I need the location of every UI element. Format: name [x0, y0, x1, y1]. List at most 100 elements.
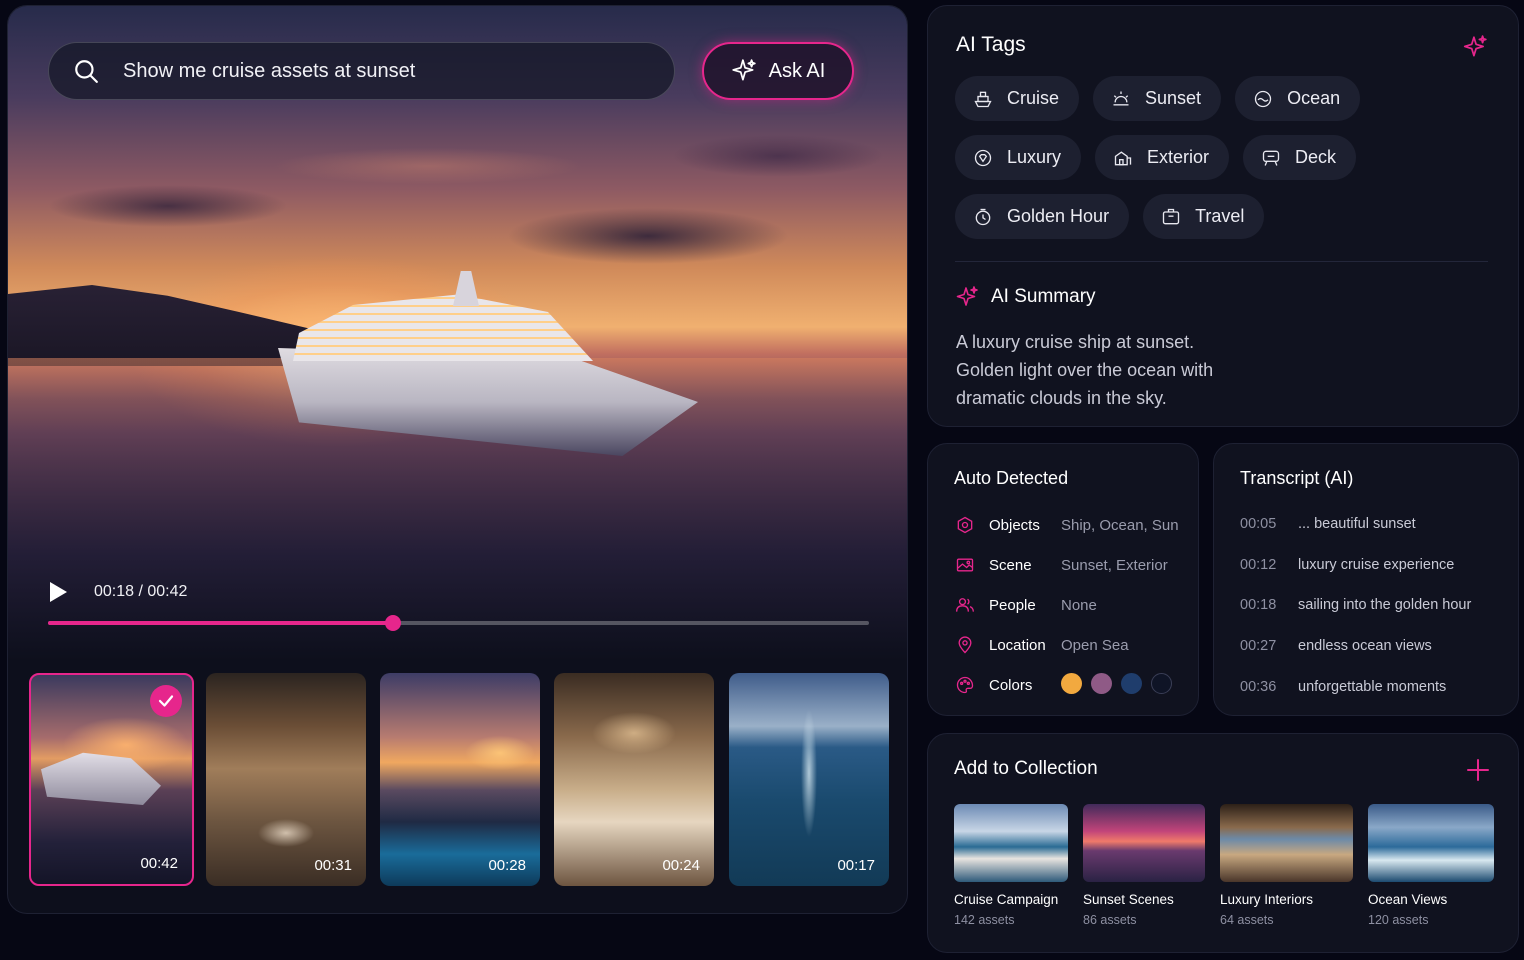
- ai-tags-title: AI Tags: [956, 33, 1026, 56]
- divider: [955, 261, 1488, 262]
- thumbnail-wake[interactable]: 00:17: [729, 673, 889, 886]
- thumbnail-cabin[interactable]: 00:24: [554, 673, 714, 886]
- color-swatch[interactable]: [1061, 673, 1082, 694]
- ai-summary-text: A luxury cruise ship at sunset. Golden l…: [956, 328, 1286, 412]
- tag-label: Deck: [1295, 147, 1337, 167]
- detected-label: Colors: [989, 676, 1033, 694]
- deck-chair-icon: [1262, 150, 1280, 166]
- detected-value: None: [1061, 596, 1097, 614]
- ai-tags-panel: AI Tags Cruise Sunset Ocean Luxury Exter…: [927, 5, 1519, 427]
- collection-title: Add to Collection: [954, 758, 1098, 779]
- tag-luxury[interactable]: Luxury: [955, 135, 1082, 180]
- collection-count: 120 assets: [1368, 913, 1429, 927]
- tag-label: Golden Hour: [1007, 206, 1110, 226]
- transcript-timestamp: 00:05: [1240, 516, 1277, 532]
- transcript-text: sailing into the golden hour: [1298, 597, 1472, 613]
- transcript-text: unforgettable moments: [1298, 679, 1447, 695]
- summary-line: A luxury cruise ship at sunset.: [956, 332, 1195, 352]
- collection-thumbnail: [954, 804, 1068, 882]
- sparkle-icon[interactable]: [1462, 34, 1488, 60]
- color-swatch[interactable]: [1121, 673, 1142, 694]
- collection-count: 142 assets: [954, 913, 1015, 927]
- tag-sunset[interactable]: Sunset: [1093, 76, 1222, 121]
- detected-scene-row: Scene Sunset, Exterior: [954, 553, 1168, 577]
- tag-travel[interactable]: Travel: [1143, 194, 1265, 239]
- cube-icon: [957, 516, 973, 534]
- transcript-line[interactable]: 00:36 unforgettable moments: [1240, 679, 1446, 695]
- transcript-line[interactable]: 00:05 ... beautiful sunset: [1240, 516, 1416, 532]
- tag-row: Golden Hour Travel: [955, 194, 1265, 239]
- tag-label: Exterior: [1147, 147, 1210, 167]
- detected-value: Open Sea: [1061, 636, 1129, 654]
- collection-card[interactable]: Sunset Scenes 86 assets: [1083, 804, 1205, 927]
- transcript-title: Transcript (AI): [1240, 468, 1354, 488]
- progress-bar[interactable]: [48, 615, 869, 631]
- collection-thumbnail: [1220, 804, 1353, 882]
- tag-label: Sunset: [1145, 88, 1202, 108]
- collection-name: Cruise Campaign: [954, 892, 1059, 907]
- wave-icon: [1254, 90, 1272, 107]
- transcript-line[interactable]: 00:27 endless ocean views: [1240, 638, 1432, 654]
- player-controls: 00:18 / 00:42: [48, 581, 187, 603]
- people-icon: [956, 598, 974, 612]
- play-icon[interactable]: [48, 581, 68, 603]
- detected-value: Ship, Ocean, Sun: [1061, 516, 1179, 534]
- collection-card[interactable]: Luxury Interiors 64 assets: [1220, 804, 1353, 927]
- collection-card[interactable]: Cruise Campaign 142 assets: [954, 804, 1068, 927]
- collection-name: Ocean Views: [1368, 892, 1448, 907]
- tag-row: Cruise Sunset Ocean: [955, 76, 1361, 121]
- thumbnail-pool-deck[interactable]: 00:28: [380, 673, 540, 886]
- transcript-text: endless ocean views: [1298, 638, 1432, 654]
- playback-time: 00:18 / 00:42: [94, 583, 188, 600]
- ask-ai-label: Ask AI: [768, 59, 826, 82]
- transcript-timestamp: 00:27: [1240, 638, 1277, 654]
- detected-label: Location: [989, 636, 1046, 654]
- tag-label: Travel: [1195, 206, 1245, 226]
- detected-colors-row: Colors: [954, 673, 1172, 697]
- thumbnail-ship-shape: [41, 752, 161, 805]
- thumbnail-duration: 00:24: [662, 857, 700, 874]
- tag-cruise[interactable]: Cruise: [955, 76, 1080, 121]
- search-input[interactable]: Show me cruise assets at sunset: [123, 60, 415, 83]
- transcript-text: luxury cruise experience: [1298, 557, 1455, 573]
- media-preview-panel: Show me cruise assets at sunset Ask AI 0…: [7, 5, 908, 914]
- tag-golden-hour[interactable]: Golden Hour: [955, 194, 1130, 239]
- tag-ocean[interactable]: Ocean: [1235, 76, 1361, 121]
- search-icon: [75, 60, 98, 83]
- video-frame[interactable]: [8, 6, 907, 661]
- thumbnail-dining-room[interactable]: 00:31: [206, 673, 366, 886]
- sunset-icon: [1113, 91, 1129, 105]
- collection-card[interactable]: Ocean Views 120 assets: [1368, 804, 1494, 927]
- auto-detected-panel: Auto Detected Objects Ship, Ocean, Sun S…: [927, 443, 1199, 716]
- collection-name: Luxury Interiors: [1220, 892, 1314, 907]
- transcript-line[interactable]: 00:12 luxury cruise experience: [1240, 557, 1454, 573]
- transcript-timestamp: 00:36: [1240, 679, 1277, 695]
- search-bar[interactable]: Show me cruise assets at sunset: [48, 42, 675, 100]
- detected-label: People: [989, 596, 1036, 614]
- image-icon: [956, 558, 974, 572]
- detected-value: Sunset, Exterior: [1061, 556, 1168, 574]
- ask-ai-button[interactable]: Ask AI: [702, 42, 854, 100]
- transcript-line[interactable]: 00:18 sailing into the golden hour: [1240, 597, 1471, 613]
- thumbnail-strip: 00:42 00:31 00:28 00:24 00:17: [29, 673, 890, 886]
- summary-line: Golden light over the ocean with: [956, 360, 1214, 380]
- detected-label: Scene: [989, 556, 1032, 574]
- thumbnail-duration: 00:42: [140, 855, 178, 872]
- thumbnail-duration: 00:31: [314, 857, 352, 874]
- detected-objects-row: Objects Ship, Ocean, Sun: [954, 513, 1179, 537]
- collection-thumbnail: [1368, 804, 1494, 882]
- plus-icon[interactable]: [1466, 758, 1490, 782]
- color-swatch[interactable]: [1151, 673, 1172, 694]
- diamond-icon: [974, 149, 992, 166]
- tag-deck[interactable]: Deck: [1243, 135, 1357, 180]
- color-swatches: [1061, 673, 1172, 694]
- building-icon: [1114, 150, 1132, 165]
- ai-summary-heading: AI Summary: [955, 285, 1096, 309]
- luggage-icon: [1162, 208, 1180, 224]
- sparkle-icon: [731, 59, 756, 81]
- color-swatch[interactable]: [1091, 673, 1112, 694]
- thumbnail-cruise-ship[interactable]: 00:42: [29, 673, 194, 886]
- tag-exterior[interactable]: Exterior: [1095, 135, 1230, 180]
- sparkle-icon: [956, 286, 978, 306]
- progress-handle[interactable]: [384, 615, 401, 631]
